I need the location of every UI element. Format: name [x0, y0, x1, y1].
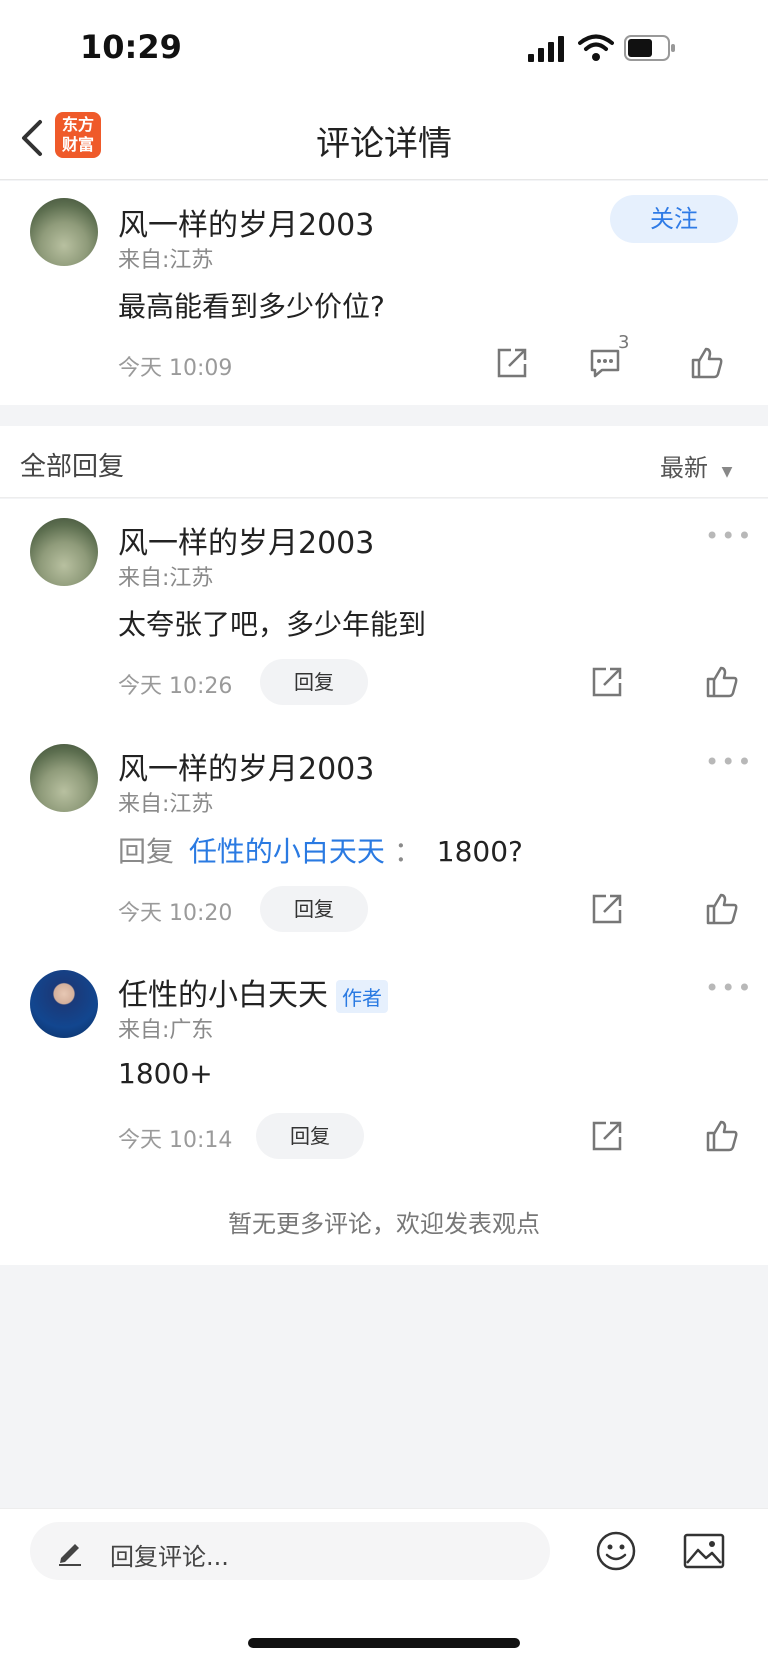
thumbs-up-icon[interactable]	[705, 1119, 739, 1153]
reply-username[interactable]: 风一样的岁月2003	[118, 518, 374, 562]
reply-prefix: 回复	[118, 835, 175, 868]
reply-button[interactable]: 回复	[256, 1113, 364, 1159]
reply-content-line: 回复 任性的小白天天 ： 1800?	[118, 830, 523, 870]
more-dots-icon[interactable]: •••	[705, 974, 753, 1002]
thumbs-up-icon[interactable]	[690, 346, 724, 380]
reply-content: 1800?	[436, 835, 523, 868]
share-icon[interactable]	[590, 892, 624, 926]
share-icon[interactable]	[590, 665, 624, 699]
avatar[interactable]	[30, 518, 98, 586]
image-icon[interactable]	[682, 1532, 726, 1570]
post-content: 最高能看到多少价位?	[118, 290, 385, 323]
reply-content: 1800+	[118, 1057, 213, 1090]
battery-icon	[624, 35, 675, 61]
reply-location: 来自:广东	[118, 1018, 214, 1043]
pencil-icon	[59, 1544, 81, 1566]
post-location: 来自:江苏	[118, 248, 214, 273]
more-dots-icon[interactable]: •••	[705, 748, 753, 776]
author-badge: 作者	[336, 980, 388, 1013]
reply-to-user[interactable]: 任性的小白天天	[189, 835, 385, 868]
page-title: 评论详情	[316, 124, 452, 164]
thumbs-up-icon[interactable]	[705, 892, 739, 926]
follow-button[interactable]: 关注	[610, 195, 738, 243]
post-time: 今天 10:09	[118, 356, 233, 381]
emoji-icon[interactable]	[595, 1530, 637, 1572]
share-icon[interactable]	[495, 346, 529, 380]
sort-dropdown[interactable]: 最新 ▼	[660, 448, 732, 483]
signal-icon	[528, 36, 564, 62]
reply-time: 今天 10:20	[118, 901, 233, 926]
reply-input-placeholder: 回复评论...	[110, 1543, 229, 1571]
comment-icon[interactable]	[588, 346, 622, 380]
avatar[interactable]	[30, 198, 98, 266]
home-indicator	[248, 1638, 520, 1648]
avatar[interactable]	[30, 970, 98, 1038]
reply-username-row: 任性的小白天天 作者	[118, 970, 388, 1014]
reply-button[interactable]: 回复	[260, 659, 368, 705]
sort-label: 最新	[660, 454, 708, 482]
caret-down-icon: ▼	[721, 464, 733, 480]
reply-username[interactable]: 任性的小白天天	[118, 978, 328, 1013]
wifi-icon	[578, 34, 614, 61]
share-icon[interactable]	[590, 1119, 624, 1153]
reply-separator: ：	[393, 835, 422, 868]
reply-location: 来自:江苏	[118, 792, 214, 817]
reply-username[interactable]: 风一样的岁月2003	[118, 744, 374, 788]
comment-count: 3	[618, 332, 630, 353]
reply-content: 太夸张了吧，多少年能到	[118, 608, 427, 641]
section-title: 全部回复	[20, 452, 125, 482]
no-more-comments: 暂无更多评论，欢迎发表观点	[228, 1210, 540, 1238]
thumbs-up-icon[interactable]	[705, 665, 739, 699]
reply-location: 来自:江苏	[118, 566, 214, 591]
reply-time: 今天 10:26	[118, 674, 233, 699]
avatar[interactable]	[30, 744, 98, 812]
reply-time: 今天 10:14	[118, 1128, 233, 1153]
reply-input[interactable]	[30, 1522, 550, 1580]
status-time: 10:29	[80, 28, 182, 66]
post-username[interactable]: 风一样的岁月2003	[118, 200, 374, 244]
reply-button[interactable]: 回复	[260, 886, 368, 932]
more-dots-icon[interactable]: •••	[705, 522, 753, 550]
